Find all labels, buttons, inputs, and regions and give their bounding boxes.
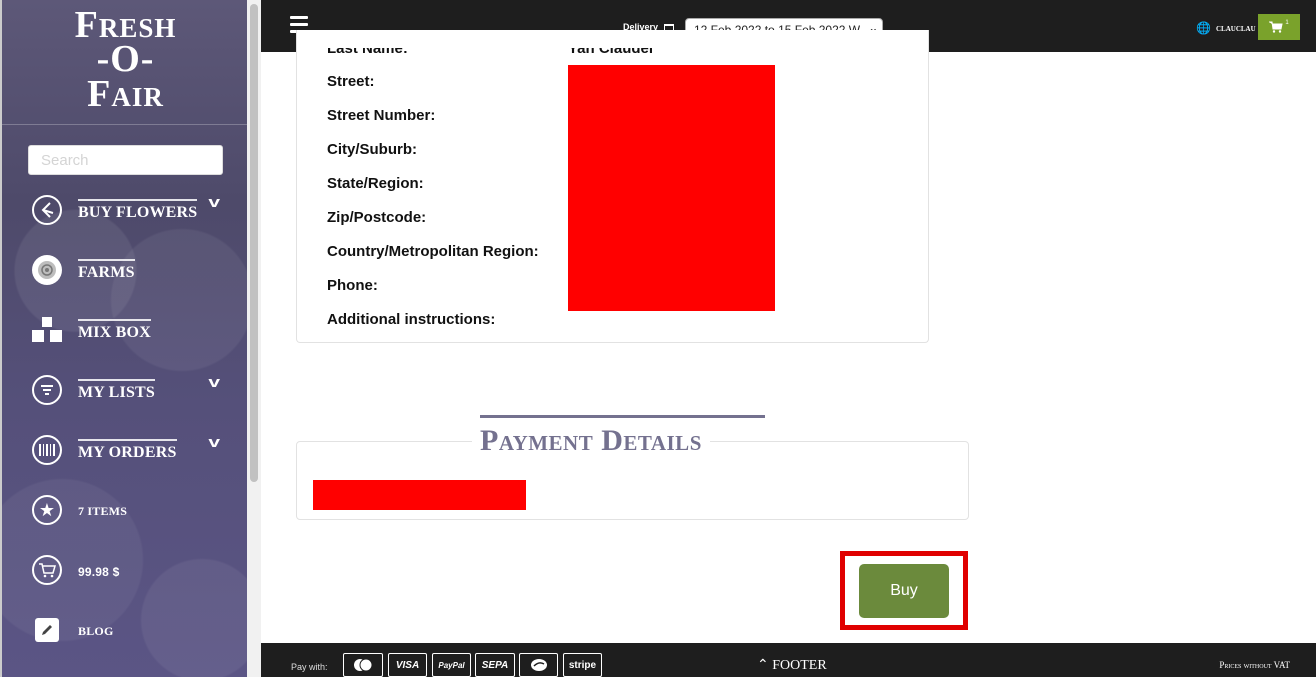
star-icon: ★ <box>32 495 62 525</box>
search-input[interactable] <box>28 145 223 175</box>
sepa-icon: SEPA <box>475 653 515 677</box>
pencil-icon <box>35 618 59 642</box>
sidebar-item-farms[interactable]: FARMS <box>32 250 232 290</box>
rose-icon <box>32 255 62 285</box>
zip-label: Zip/Postcode: <box>327 209 427 226</box>
cart-count-badge: 1 <box>1285 20 1289 26</box>
sidebar-item-favorites[interactable]: ★ 7 ITEMS <box>32 490 232 530</box>
sidebar-item-buy-flowers[interactable]: BUY FLOWERS v <box>32 190 232 230</box>
sidebar-item-label: MY ORDERS <box>78 438 177 462</box>
sidebar-item-label: MIX BOX <box>78 318 151 342</box>
globe-icon[interactable]: 🌐 <box>1196 21 1211 35</box>
footer-bar: Pay with: VISA PayPal SEPA stripe ⌃ FOOT… <box>261 643 1316 677</box>
payment-redaction <box>313 480 526 510</box>
sidebar-item-blog[interactable]: BLOG <box>32 610 232 650</box>
prices-note: Prices without VAT <box>1219 660 1290 670</box>
sidebar: Fresh -O- Fair BUY FLOWERS v FARMS MIX B… <box>0 0 247 677</box>
cart-icon <box>1269 21 1283 33</box>
stripe-icon: stripe <box>563 653 602 677</box>
visa-icon: VISA <box>388 653 427 677</box>
city-label: City/Suburb: <box>327 141 417 158</box>
sidebar-item-mix-box[interactable]: MIX BOX <box>32 310 232 350</box>
user-name[interactable]: CLAUCLAU <box>1216 25 1256 33</box>
heading-accent-line <box>480 415 765 418</box>
brand-logo[interactable]: Fresh -O- Fair <box>2 6 247 114</box>
double-chevron-up-icon: ⌃ <box>757 658 769 673</box>
country-label: Country/Metropolitan Region: <box>327 243 539 260</box>
footer-toggle-label: FOOTER <box>772 658 827 673</box>
sidebar-item-label: 99.98 $ <box>78 564 120 579</box>
mastercard-icon <box>343 653 383 677</box>
address-redaction <box>568 65 775 311</box>
payment-method-icon <box>519 653 558 677</box>
sidebar-item-cart-total[interactable]: 99.98 $ <box>32 550 232 590</box>
sidebar-item-label: BUY FLOWERS <box>78 198 198 222</box>
boxes-icon <box>32 315 62 345</box>
sidebar-scrollbar-thumb[interactable] <box>250 4 258 482</box>
logo-divider <box>2 124 247 125</box>
sidebar-item-label: FARMS <box>78 258 135 282</box>
sidebar-item-my-orders[interactable]: MY ORDERS v <box>32 430 232 470</box>
instructions-label: Additional instructions: <box>327 311 496 328</box>
barcode-icon <box>32 435 62 465</box>
street-number-label: Street Number: <box>327 107 436 124</box>
sidebar-item-label: BLOG <box>78 624 114 638</box>
chevron-down-icon[interactable]: v <box>208 194 220 211</box>
sidebar-item-my-lists[interactable]: MY LISTS v <box>32 370 232 410</box>
cart-button[interactable]: 1 <box>1258 14 1300 40</box>
chevron-down-icon[interactable]: v <box>208 434 220 451</box>
sidebar-item-label: MY LISTS <box>78 378 156 402</box>
buy-button[interactable]: Buy <box>859 564 949 618</box>
chevron-down-icon[interactable]: v <box>208 374 220 391</box>
street-label: Street: <box>327 73 375 90</box>
payment-details-heading: Payment Details <box>472 424 710 458</box>
logo-line-2: -O- <box>96 38 155 80</box>
swallow-icon <box>32 195 62 225</box>
phone-label: Phone: <box>327 277 378 294</box>
pay-with-label: Pay with: <box>291 662 328 672</box>
cart-icon <box>32 555 62 585</box>
paypal-icon: PayPal <box>432 653 471 677</box>
state-label: State/Region: <box>327 175 424 192</box>
list-icon <box>32 375 62 405</box>
logo-line-3: Fair <box>87 73 164 115</box>
sidebar-item-label: 7 ITEMS <box>78 504 128 518</box>
footer-toggle[interactable]: ⌃ FOOTER <box>757 657 827 674</box>
